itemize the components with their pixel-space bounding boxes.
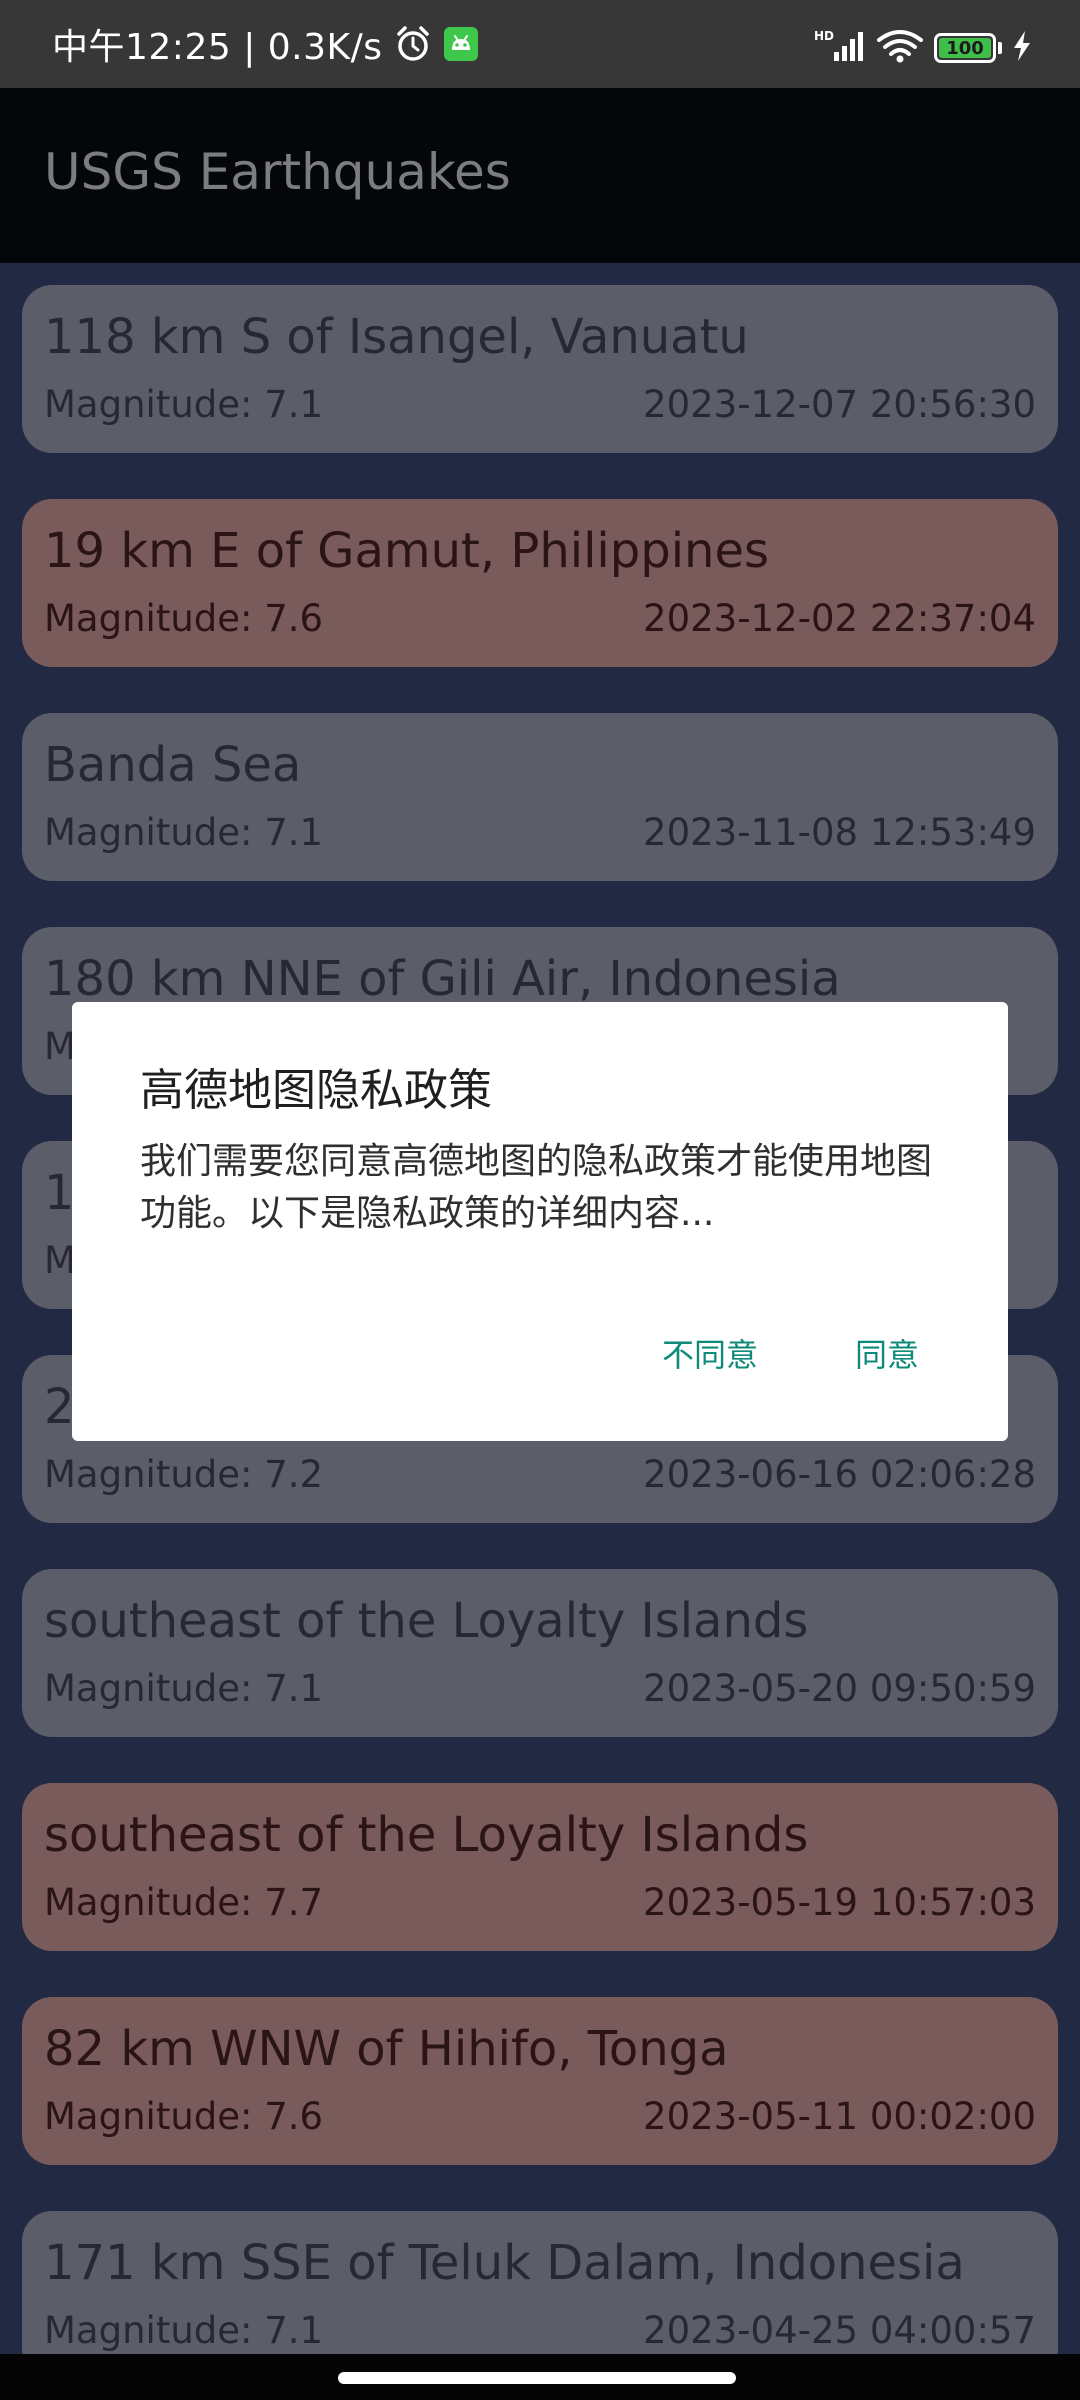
earthquake-time: 2023-12-07 20:56:30: [643, 383, 1036, 426]
navigation-bar: [0, 2354, 1080, 2400]
earthquake-magnitude: Magnitude: 7.7: [44, 1881, 324, 1924]
alarm-icon: [393, 24, 433, 64]
earthquake-card[interactable]: 82 km WNW of Hihifo, Tonga Magnitude: 7.6…: [22, 1997, 1058, 2165]
battery-level-text: 100: [946, 37, 984, 59]
earthquake-card[interactable]: 19 km E of Gamut, Philippines Magnitude: …: [22, 499, 1058, 667]
earthquake-place: 118 km S of Isangel, Vanuatu: [44, 309, 749, 365]
status-bar: 中午12:25 | 0.3K/s HD 100: [0, 0, 1080, 88]
battery-tip: [998, 42, 1002, 54]
earthquake-place: 2: [44, 1379, 75, 1435]
network-badge: HD: [814, 29, 834, 43]
earthquake-magnitude: Magnitude: 7.1: [44, 2309, 324, 2352]
earthquake-card[interactable]: Banda Sea Magnitude: 7.1 2023-11-08 12:53:…: [22, 713, 1058, 881]
status-bar-right: HD 100: [804, 28, 1032, 68]
earthquake-card[interactable]: southeast of the Loyalty Islands Magnitud…: [22, 1783, 1058, 1951]
app-title: USGS Earthquakes: [44, 143, 511, 201]
earthquake-time: 2023-05-11 00:02:00: [643, 2095, 1036, 2138]
phone-screen: 中午12:25 | 0.3K/s HD 100 USGS Earthquakes…: [0, 0, 1080, 2400]
earthquake-place: Banda Sea: [44, 737, 302, 793]
earthquake-time: 2023-12-02 22:37:04: [643, 597, 1036, 640]
earthquake-time: 2023-05-19 10:57:03: [643, 1881, 1036, 1924]
earthquake-time: 2023-05-20 09:50:59: [643, 1667, 1036, 1710]
dialog-title: 高德地图隐私政策: [140, 1065, 492, 1116]
wifi-icon: [876, 28, 924, 68]
dialog-message: 我们需要您同意高德地图的隐私政策才能使用地图功能。以下是隐私政策的详细内容...: [140, 1141, 933, 1234]
earthquake-magnitude: Magnitude: 7.6: [44, 597, 324, 640]
disagree-button[interactable]: 不同意: [662, 1330, 758, 1376]
earthquake-place: 82 km WNW of Hihifo, Tonga: [44, 2021, 729, 2077]
earthquake-magnitude: Magnitude: 7.6: [44, 2095, 324, 2138]
earthquake-place: southeast of the Loyalty Islands: [44, 1807, 809, 1863]
android-icon: [443, 26, 479, 62]
battery-icon: 100: [934, 33, 996, 63]
earthquake-place: southeast of the Loyalty Islands: [44, 1593, 809, 1649]
earthquake-card[interactable]: southeast of the Loyalty Islands Magnitud…: [22, 1569, 1058, 1737]
earthquake-magnitude: Magnitude: 7.1: [44, 383, 324, 426]
earthquake-place: 19 km E of Gamut, Philippines: [44, 523, 769, 579]
home-gesture-handle[interactable]: [338, 2372, 736, 2384]
status-time-text: 中午12:25 | 0.3K/s: [52, 27, 383, 68]
status-bar-left: 中午12:25 | 0.3K/s: [52, 24, 479, 68]
earthquake-time: 2023-04-25 04:00:57: [643, 2309, 1036, 2352]
earthquake-magnitude: Magnitude: 7.2: [44, 1453, 324, 1496]
earthquake-place: 180 km NNE of Gili Air, Indonesia: [44, 951, 841, 1007]
earthquake-card[interactable]: 118 km S of Isangel, Vanuatu Magnitude: 7…: [22, 285, 1058, 453]
privacy-dialog: 高德地图隐私政策 我们需要您同意高德地图的隐私政策才能使用地图功能。以下是隐私政…: [72, 1002, 1008, 1441]
agree-button[interactable]: 同意: [855, 1330, 919, 1376]
earthquake-place: 171 km SSE of Teluk Dalam, Indonesia: [44, 2235, 965, 2291]
signal-icon: HD: [814, 28, 866, 68]
app-bar: USGS Earthquakes: [0, 88, 1080, 263]
earthquake-magnitude: Magnitude: 7.1: [44, 1667, 324, 1710]
earthquake-time: 2023-06-16 02:06:28: [643, 1453, 1036, 1496]
charging-icon: [1012, 30, 1032, 66]
earthquake-magnitude: Magnitude: 7.1: [44, 811, 324, 854]
earthquake-time: 2023-11-08 12:53:49: [643, 811, 1036, 854]
